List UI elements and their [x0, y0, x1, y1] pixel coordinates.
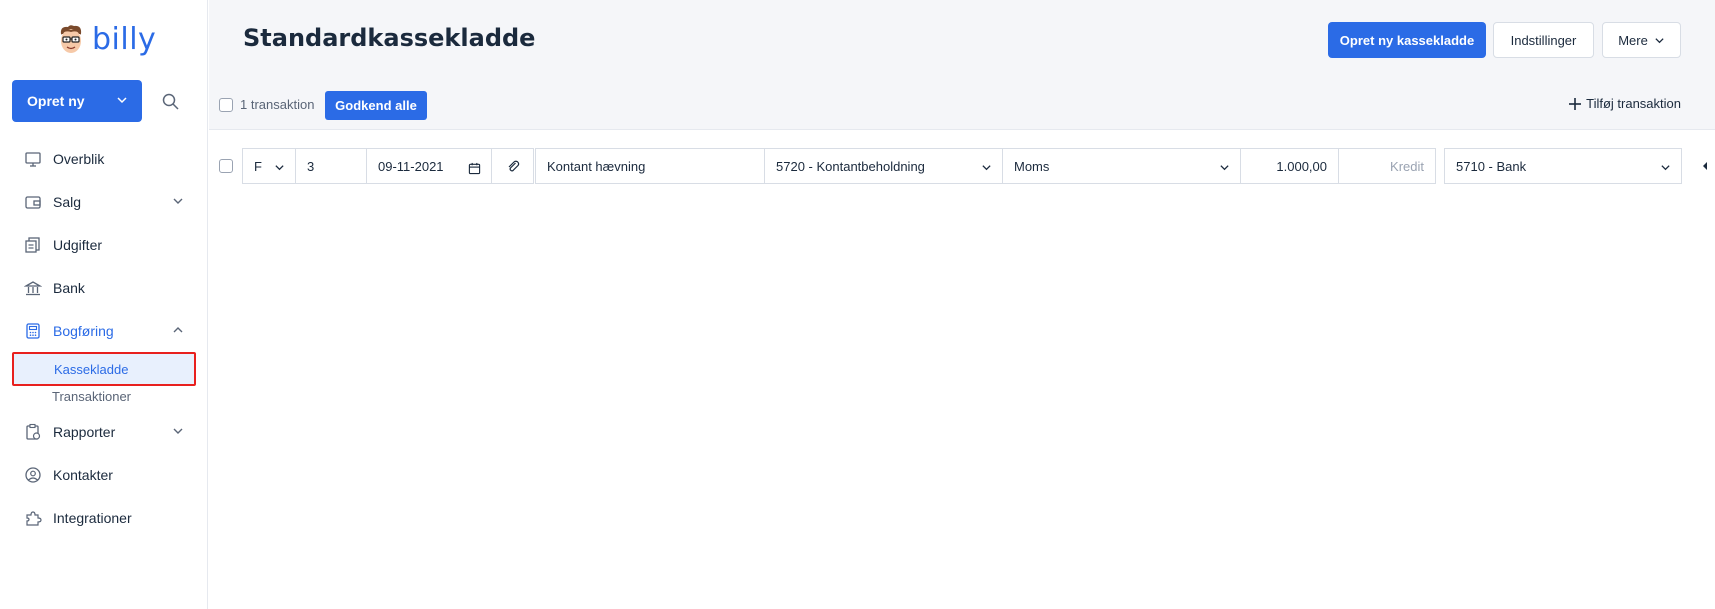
transaction-row: F 3 09-11-2021 Kontant hævning 5720 - Ko…: [209, 148, 1715, 184]
report-icon: [26, 423, 41, 440]
account-select[interactable]: 5720 - Kontantbeholdning: [764, 148, 1003, 184]
select-all-checkbox[interactable]: [219, 98, 233, 112]
row-checkbox[interactable]: [219, 159, 233, 173]
sidebar-item-label: Bank: [53, 280, 85, 296]
create-new-button[interactable]: Opret ny: [12, 80, 142, 122]
calendar-icon[interactable]: [468, 162, 481, 175]
approve-all-button[interactable]: Godkend alle: [325, 91, 427, 120]
type-select[interactable]: F: [242, 148, 296, 184]
sidebar-item-integrationer[interactable]: Integrationer: [24, 506, 184, 530]
sidebar-item-label: Udgifter: [53, 237, 103, 253]
more-button-label: Mere: [1618, 32, 1648, 48]
sidebar-item-bogforing[interactable]: Bogføring: [24, 319, 184, 343]
side-placeholder: Kredit: [1390, 158, 1424, 174]
sidebar-item-label: Rapporter: [53, 424, 116, 440]
chevron-down-icon: [275, 165, 284, 171]
paperclip-icon: [508, 160, 519, 172]
transaction-count: 1 transaktion: [240, 97, 315, 112]
sidebar-subitem-transaktioner[interactable]: Transaktioner: [12, 379, 196, 413]
type-value: F: [254, 158, 262, 174]
date-field[interactable]: 09-11-2021: [366, 148, 492, 184]
chevron-down-icon: [982, 165, 991, 171]
voucher-number-field[interactable]: 3: [295, 148, 367, 184]
calculator-icon: [26, 323, 40, 339]
amount-field[interactable]: 1.000,00: [1240, 148, 1339, 184]
chevron-down-icon: [1220, 165, 1229, 171]
puzzle-icon: [26, 511, 42, 526]
voucher-number-value: 3: [307, 158, 315, 174]
chevron-down-icon: [1655, 37, 1664, 43]
plus-icon: [1569, 97, 1582, 110]
contra-account-select[interactable]: 5710 - Bank: [1444, 148, 1682, 184]
vat-value: Moms: [1014, 158, 1050, 174]
sidebar-item-overblik[interactable]: Overblik: [24, 147, 184, 171]
description-value: Kontant hævning: [547, 158, 646, 174]
sidebar-subitem-label: Kassekladde: [54, 361, 129, 377]
chevron-down-icon: [173, 198, 183, 204]
receipts-icon: [25, 237, 40, 253]
search-icon[interactable]: [161, 92, 181, 112]
sidebar-item-label: Kontakter: [53, 467, 113, 483]
sidebar-item-label: Salg: [53, 194, 82, 210]
contra-account-value: 5710 - Bank: [1456, 158, 1527, 174]
sidebar-item-salg[interactable]: Salg: [24, 190, 184, 214]
brand-name: billy: [92, 22, 157, 57]
account-value: 5720 - Kontantbeholdning: [776, 158, 925, 174]
new-journal-button[interactable]: Opret ny kassekladde: [1328, 22, 1486, 58]
sidebar-item-udgifter[interactable]: Udgifter: [24, 233, 184, 257]
sidebar-item-label: Integrationer: [53, 510, 132, 526]
sidebar-item-label: Overblik: [53, 151, 105, 167]
attachment-button[interactable]: [491, 148, 534, 184]
sidebar: billy Opret ny Overblik Salg Udgifter Ba…: [0, 0, 208, 609]
more-button[interactable]: Mere: [1602, 22, 1681, 58]
sidebar-item-bank[interactable]: Bank: [24, 276, 184, 300]
create-new-label: Opret ny: [27, 93, 85, 109]
add-transaction-label: Tilføj transaktion: [1586, 96, 1681, 111]
dashboard-icon: [25, 152, 41, 167]
bank-icon: [24, 281, 42, 296]
settings-button[interactable]: Indstillinger: [1493, 22, 1594, 58]
description-field[interactable]: Kontant hævning: [535, 148, 775, 184]
date-value: 09-11-2021: [378, 158, 444, 174]
sidebar-subitem-label: Transaktioner: [52, 388, 131, 404]
side-field[interactable]: Kredit: [1338, 148, 1436, 184]
wallet-icon: [25, 196, 41, 209]
settings-button-label: Indstillinger: [1510, 32, 1577, 48]
chevron-down-icon: [1661, 165, 1670, 171]
amount-value: 1.000,00: [1276, 158, 1327, 174]
page-header: Standardkassekladde Opret ny kassekladde…: [209, 0, 1715, 130]
contact-icon: [25, 467, 41, 483]
brand-logo[interactable]: billy: [56, 22, 156, 57]
sidebar-item-kontakter[interactable]: Kontakter: [24, 463, 184, 487]
add-transaction-button[interactable]: Tilføj transaktion: [1568, 96, 1681, 111]
chevron-up-icon: [173, 327, 183, 333]
sidebar-item-rapporter[interactable]: Rapporter: [24, 420, 184, 444]
sidebar-item-label: Bogføring: [53, 323, 114, 339]
app: billy Opret ny Overblik Salg Udgifter Ba…: [0, 0, 1715, 609]
chevron-down-icon: [173, 428, 183, 434]
page-title: Standardkassekladde: [243, 24, 536, 52]
billy-mascot-icon: [60, 24, 82, 53]
scroll-left-icon[interactable]: [1701, 161, 1709, 171]
vat-select[interactable]: Moms: [1002, 148, 1241, 184]
chevron-down-icon: [117, 97, 127, 104]
